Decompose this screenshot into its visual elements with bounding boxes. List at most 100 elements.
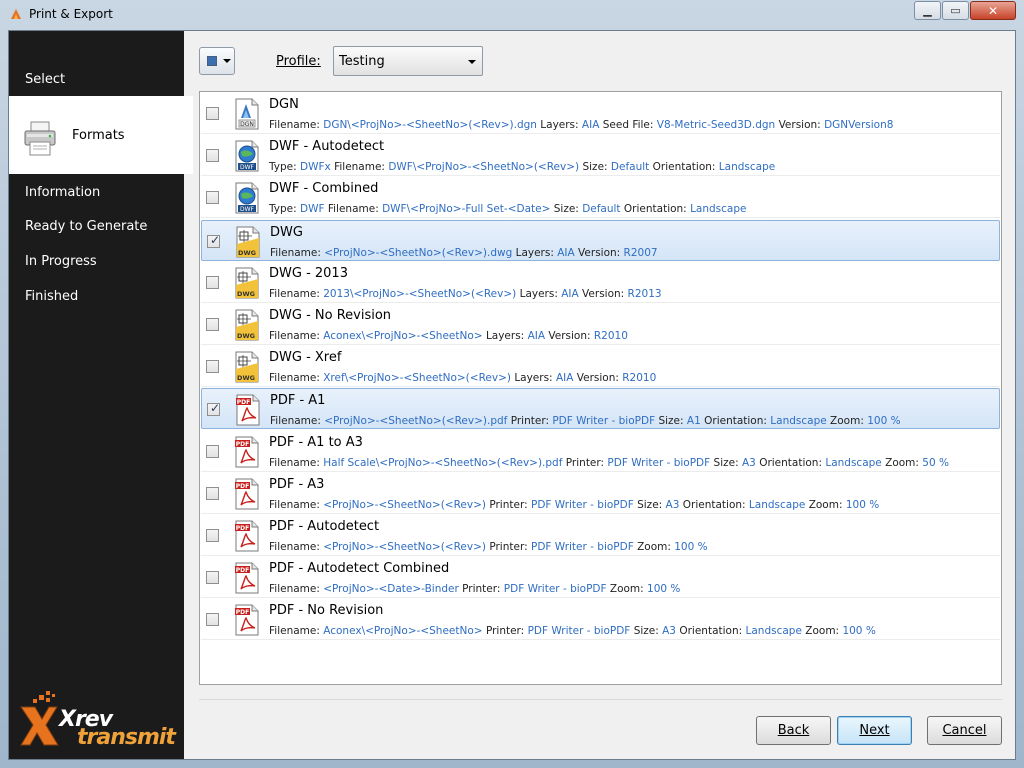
detail-key: Filename: — [269, 330, 320, 342]
sidebar-item-formats[interactable]: Formats — [9, 96, 193, 174]
close-icon: ✕ — [987, 3, 999, 18]
pdf-file-icon: PDF — [233, 436, 261, 468]
sidebar-item-in-progress[interactable]: In Progress — [25, 254, 97, 269]
list-item[interactable]: DWG DWG - 2013 Filename: 2013\<ProjNo>-<Sh… — [201, 262, 1000, 303]
detail-key: Filename: — [269, 457, 320, 469]
detail-key: Version: — [578, 247, 621, 259]
list-item[interactable]: PDF PDF - Autodetect Combined Filename: <P… — [201, 557, 1000, 598]
format-checkbox[interactable] — [206, 613, 219, 626]
list-item[interactable]: ✓ PDF PDF - A1 Filename: <ProjNo>-<SheetNo>… — [201, 388, 1000, 429]
svg-text:DWF: DWF — [240, 206, 255, 213]
detail-key: Size: — [658, 415, 684, 427]
format-checkbox[interactable] — [206, 487, 219, 500]
pdf-file-icon: PDF — [233, 604, 261, 636]
format-checkbox[interactable] — [206, 445, 219, 458]
format-details: Filename: Xref\<ProjNo>-<SheetNo>(<Rev>)… — [269, 372, 656, 384]
list-item[interactable]: DWF DWF - Autodetect Type: DWFx Filename: … — [201, 135, 1000, 176]
format-details: Filename: 2013\<ProjNo>-<SheetNo>(<Rev>)… — [269, 288, 662, 300]
maximize-button[interactable]: ▭ — [942, 1, 969, 20]
cancel-button[interactable]: Cancel — [927, 716, 1002, 745]
list-item[interactable]: PDF PDF - A3 Filename: <ProjNo>-<SheetNo>(… — [201, 473, 1000, 514]
detail-value: Landscape — [745, 625, 802, 637]
detail-key: Layers: — [540, 119, 579, 131]
detail-key: Version: — [548, 330, 591, 342]
detail-key: Printer: — [565, 457, 605, 469]
detail-value: R2010 — [593, 330, 628, 342]
pdf-file-icon: PDF — [233, 478, 261, 510]
detail-value: DWF\<ProjNo>-Full Set-<Date> — [382, 203, 551, 215]
dwg-file-icon: DWG — [233, 267, 261, 299]
back-button[interactable]: Back — [756, 716, 831, 745]
sidebar-item-select[interactable]: Select — [25, 72, 65, 87]
format-checkbox[interactable]: ✓ — [207, 401, 220, 416]
list-item[interactable]: DWF DWF - Combined Type: DWF Filename: DWF… — [201, 177, 1000, 218]
sidebar-item-ready-to-generate[interactable]: Ready to Generate — [25, 219, 147, 234]
dwf-file-icon: DWF — [233, 140, 261, 172]
detail-key: Orientation: — [652, 161, 716, 173]
format-name: PDF - A3 — [269, 477, 325, 492]
detail-value: 100 % — [842, 625, 876, 637]
format-details: Filename: <ProjNo>-<SheetNo>(<Rev>).dwg … — [270, 247, 658, 259]
svg-text:PDF: PDF — [236, 441, 249, 448]
detail-key: Seed File: — [602, 119, 654, 131]
dwg-file-icon: DWG — [233, 309, 261, 341]
dwg-file-icon: DWG — [233, 351, 261, 383]
list-item[interactable]: PDF PDF - No Revision Filename: Aconex\<Pr… — [201, 599, 1000, 640]
format-details: Filename: <ProjNo>-<SheetNo>(<Rev>) Prin… — [269, 499, 879, 511]
list-item[interactable]: ✓ DWG DWG Filename: <ProjNo>-<SheetNo>(<Rev… — [201, 220, 1000, 261]
next-button[interactable]: Next — [837, 716, 912, 745]
format-checkbox[interactable] — [206, 276, 219, 289]
format-checkbox[interactable] — [206, 571, 219, 584]
format-name: PDF - Autodetect — [269, 519, 380, 534]
detail-value: Default — [610, 161, 650, 173]
format-name: PDF - Autodetect Combined — [269, 561, 450, 576]
detail-value: 100 % — [674, 541, 708, 553]
detail-key: Filename: — [334, 161, 385, 173]
detail-value: AIA — [581, 119, 600, 131]
format-name: DGN — [269, 97, 299, 112]
detail-key: Filename: — [269, 119, 320, 131]
detail-value: A3 — [741, 457, 756, 469]
detail-key: Zoom: — [637, 541, 671, 553]
detail-key: Printer: — [489, 541, 528, 553]
detail-key: Type: — [269, 161, 297, 173]
detail-value: PDF Writer - bioPDF — [527, 625, 631, 637]
detail-value: PDF Writer - bioPDF — [503, 583, 607, 595]
minimize-icon: ▁ — [923, 4, 932, 17]
detail-key: Orientation: — [759, 457, 823, 469]
close-button[interactable]: ✕ — [970, 1, 1016, 20]
svg-text:PDF: PDF — [236, 483, 249, 490]
maximize-icon: ▭ — [950, 4, 961, 17]
format-list[interactable]: DGN DGN Filename: DGN\<ProjNo>-<SheetNo>(<… — [199, 91, 1002, 685]
list-item[interactable]: DWG DWG - No Revision Filename: Aconex\<Pr… — [201, 304, 1000, 345]
list-item[interactable]: DWG DWG - Xref Filename: Xref\<ProjNo>-<Sh… — [201, 346, 1000, 387]
format-checkbox[interactable] — [206, 191, 219, 204]
detail-value: DWF\<ProjNo>-<SheetNo>(<Rev>) — [388, 161, 580, 173]
format-checkbox[interactable]: ✓ — [207, 233, 220, 248]
profile-select[interactable]: Testing — [333, 46, 483, 76]
select-all-dropdown[interactable] — [199, 47, 235, 75]
detail-key: Zoom: — [885, 457, 919, 469]
format-name: DWG - No Revision — [269, 308, 392, 323]
detail-value: AIA — [561, 288, 579, 300]
minimize-button[interactable]: ▁ — [914, 1, 941, 20]
sidebar: Select Formats Information Ready to Gene… — [9, 31, 193, 759]
profile-value: Testing — [339, 54, 385, 69]
svg-text:DGN: DGN — [240, 121, 254, 128]
format-checkbox[interactable] — [206, 360, 219, 373]
list-item[interactable]: PDF PDF - A1 to A3 Filename: Half Scale\<P… — [201, 431, 1000, 472]
sidebar-item-finished[interactable]: Finished — [25, 289, 78, 304]
sidebar-item-information[interactable]: Information — [25, 185, 100, 200]
format-checkbox[interactable] — [206, 149, 219, 162]
format-checkbox[interactable] — [206, 529, 219, 542]
format-checkbox[interactable] — [206, 107, 219, 120]
detail-value: R2013 — [627, 288, 662, 300]
list-item[interactable]: PDF PDF - Autodetect Filename: <ProjNo>-<S… — [201, 515, 1000, 556]
detail-value: DWFx — [300, 161, 331, 173]
detail-key: Printer: — [485, 625, 525, 637]
format-checkbox[interactable] — [206, 318, 219, 331]
list-item[interactable]: DGN DGN Filename: DGN\<ProjNo>-<SheetNo>(<… — [201, 93, 1000, 134]
format-name: DWG - 2013 — [269, 266, 348, 281]
detail-key: Orientation: — [623, 203, 687, 215]
detail-value: 100 % — [845, 499, 880, 511]
